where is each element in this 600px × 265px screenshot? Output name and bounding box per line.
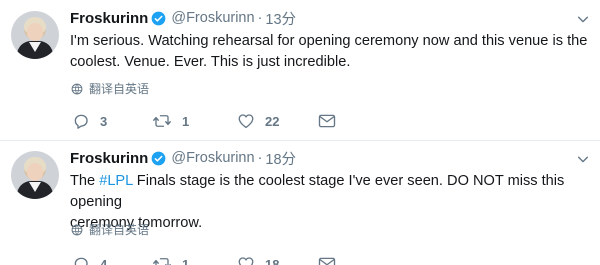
translate-link[interactable]: 翻译自英语 [71, 80, 149, 97]
direct-message-button[interactable] [318, 111, 336, 131]
reply-count: 3 [100, 113, 108, 129]
like-count: 18 [265, 256, 280, 265]
hashtag-link[interactable]: #LPL [99, 173, 133, 189]
reply-icon [74, 114, 88, 129]
retweet-button[interactable]: 1 [152, 111, 189, 131]
display-name[interactable]: Froskurinn [70, 150, 148, 167]
display-name[interactable]: Froskurinn [70, 10, 148, 27]
like-icon [238, 114, 254, 129]
tweet-actions: 3 1 22 [72, 111, 592, 131]
direct-message-button[interactable] [318, 254, 336, 265]
avatar-face [27, 23, 43, 41]
chevron-down-icon[interactable] [576, 152, 590, 166]
retweet-count: 1 [182, 256, 190, 265]
avatar[interactable] [11, 151, 59, 199]
tweet-header: Froskurinn @Froskurinn · 18分 [70, 148, 296, 168]
translate-link[interactable]: 翻译自英语 [71, 221, 149, 238]
tweet[interactable]: Froskurinn @Froskurinn · 13分 I'm serious… [0, 0, 600, 141]
reply-icon [74, 257, 88, 265]
globe-icon [71, 224, 83, 235]
user-handle[interactable]: @Froskurinn [171, 150, 254, 166]
translate-label: 翻译自英语 [89, 82, 150, 96]
retweet-count: 1 [182, 113, 190, 129]
verified-badge-icon [151, 11, 166, 25]
avatar-face [27, 163, 43, 181]
avatar[interactable] [11, 11, 59, 59]
like-count: 22 [265, 113, 280, 129]
tweet-text: I'm serious. Watching rehearsal for open… [70, 33, 588, 70]
direct-message-icon [318, 114, 336, 128]
verified-badge-icon [151, 151, 166, 165]
retweet-button[interactable]: 1 [152, 254, 189, 265]
tweet-header: Froskurinn @Froskurinn · 13分 [70, 8, 296, 28]
like-button[interactable]: 22 [237, 111, 279, 131]
like-button[interactable]: 18 [237, 254, 279, 265]
separator-dot: · [257, 10, 263, 26]
reply-count: 4 [100, 256, 108, 265]
reply-button[interactable]: 4 [72, 254, 107, 265]
direct-message-icon [318, 257, 336, 265]
timestamp[interactable]: 18分 [265, 148, 296, 169]
tweet[interactable]: Froskurinn @Froskurinn · 18分 The #LPL Fi… [0, 141, 600, 265]
user-handle[interactable]: @Froskurinn [171, 10, 254, 26]
globe-icon [71, 83, 83, 94]
separator-dot: · [257, 150, 263, 166]
tweet-actions: 4 1 18 [72, 254, 592, 265]
tweet-text-start: The [70, 173, 100, 189]
translate-label: 翻译自英语 [89, 223, 150, 237]
timestamp[interactable]: 13分 [265, 8, 296, 29]
retweet-icon [153, 115, 171, 127]
like-icon [238, 257, 254, 265]
chevron-down-icon[interactable] [576, 12, 590, 26]
retweet-icon [153, 258, 171, 265]
reply-button[interactable]: 3 [72, 111, 107, 131]
